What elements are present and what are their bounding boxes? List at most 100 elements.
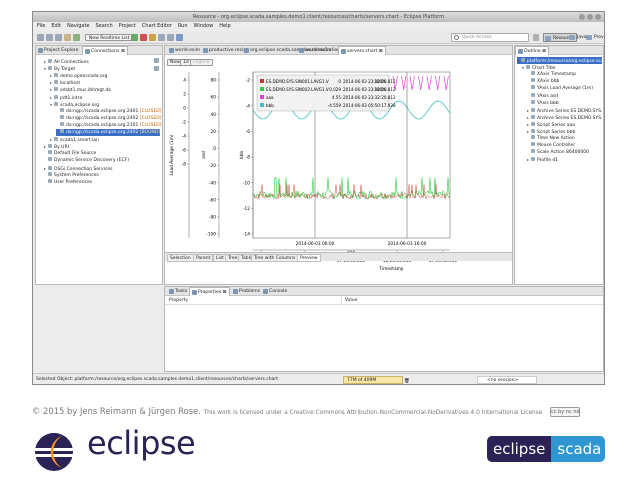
file-icon [299,48,304,53]
outline-tree-item[interactable]: ▸ Script Series aaa [527,121,602,128]
legend-name: bbb [266,103,274,108]
outline-tree-item[interactable]: XAxis bbb [527,78,602,85]
connection-tree-item[interactable]: ▸ odsbt1.muc.ibhmgt.de [50,86,160,93]
bottom-tab[interactable]: Problems [231,287,262,296]
outline-tree-item[interactable]: Scale Action 86400000 [527,149,602,156]
minimize-icon[interactable] [579,14,585,20]
menu-project[interactable]: Project [119,22,136,31]
menu-help[interactable]: Help [219,22,230,31]
outline-tree-item[interactable]: ▸ Archive Series ES.DEMO.SYS. [527,107,602,114]
x-axis-label: Timestamp [379,266,404,272]
connection-label: System Preferences [54,172,99,178]
save-all-icon[interactable] [55,34,62,41]
axis-load-tick-label: 0 [183,106,186,112]
editor-page-tab[interactable]: Tree with Columns [251,254,299,262]
gc-icon[interactable]: 🗑 [404,376,410,384]
menu-edit[interactable]: Edit [51,22,61,31]
menu-search[interactable]: Search [96,22,113,31]
axis-asd-tick-label: -40 [209,180,216,186]
outline-tree-item[interactable]: ▸ Archive Series ES.DEMO.SYS. [527,114,602,121]
connection-tree-item[interactable]: ▾ scada.eclipse.org [50,101,160,108]
maximize-icon[interactable] [587,14,593,20]
outline-tree-item[interactable]: ▾platform:/resource/org.eclipse.scada.sa… [517,57,602,64]
editor-page-tabs: Selection Parent List Tree Table Tree with Co… [165,252,512,262]
menu-file[interactable]: File [37,22,45,31]
axis-asd-tick-label: 40 [211,112,217,118]
debug-icon[interactable] [140,34,147,41]
axis-load-tick-label: -6 [182,148,187,154]
tab-connections[interactable]: Connections ⊠ [82,46,128,55]
outline-tree-item[interactable]: ▸ Script Series bbb [527,128,602,135]
menu-window[interactable]: Window [194,22,214,31]
editor-page-tab[interactable]: Preview [297,254,321,262]
menu-bar: File Edit Navigate Search Project Chart Edito… [33,22,604,31]
connection-label: da:ngp://scada.eclipse.org:2402 [66,130,139,135]
connection-node-icon [48,178,52,183]
new-realtime-list-button[interactable]: New Realtime List [85,34,134,41]
outline-tree-item[interactable]: ▾ Chart Title [522,64,602,71]
perspective-icon [545,36,551,41]
connection-tree-item[interactable]: ▸ pdt1.intra [50,94,160,101]
outline-tree-item[interactable]: Mouse Controller [527,142,602,149]
close-icon[interactable] [595,14,601,20]
connection-tree-item[interactable]: Dynamic Service Discovery (ECF) [44,157,160,164]
connection-tree-item[interactable]: da:ngp://scada.eclipse.org:2401 [CLOSED] [56,107,162,115]
build-icon[interactable] [73,34,80,41]
editor-tab[interactable]: servers.chart ⊠ [338,46,386,55]
connection-tree-item[interactable]: da:ngp://scada.eclipse.org:2402 [BOUND] [56,129,160,136]
editor-tab[interactable]: world.escm [297,46,333,55]
chart-canvas[interactable]: Title420-2-4-6-8Load Average (1m)8060402… [165,68,513,280]
quick-access-input[interactable]: Quick Access [451,33,529,42]
outline-tree-item[interactable]: XAxis Timestamp [527,71,602,78]
navigate-back-icon[interactable] [158,34,165,41]
outline-tree-item[interactable]: YAxis bbb [527,99,602,107]
connection-tree-item[interactable]: ▸ OSGi Connection Services [44,165,160,172]
connection-tree-item[interactable]: ▸ demo.openscada.org [50,72,160,79]
run-icon[interactable] [131,34,138,41]
connection-tree-item[interactable]: da:ngp://scada.eclipse.org:2101 [CLOSED] [56,121,162,129]
bottom-tab[interactable]: Properties ⊠ [189,287,230,296]
session-status[interactable]: <no session> [477,376,537,384]
editor-page-tab[interactable]: Parent [193,254,214,262]
search-icon[interactable] [149,34,156,41]
connection-tree-item[interactable]: Default File Source [44,150,160,157]
editor-tab[interactable]: world.esim [167,46,202,55]
heap-status[interactable]: 77M of 409M [343,376,403,384]
legend-quality: 100% [374,87,386,92]
print-icon[interactable] [64,34,71,41]
connection-tree-item[interactable]: ▸ localhost [50,79,160,86]
connection-status: [CLOSED] [139,115,162,121]
outline-node-icon [531,142,535,147]
connection-tree-item[interactable]: ▸ All Connections [44,58,160,65]
editor-page-tab[interactable]: Selection [167,254,194,262]
outline-tree-item[interactable]: YAxis Load Average (1m) [527,85,602,92]
save-icon[interactable] [46,34,53,41]
connection-tree-item[interactable]: User Preferences [44,178,160,186]
external-tools-icon[interactable] [176,34,183,41]
outline-tree-item[interactable]: YAxis asd [527,92,602,100]
tab-outline[interactable]: Outline ⊠ [515,46,549,55]
perspective-provisioning[interactable]: Provisioning [585,33,604,42]
outline-tree-item[interactable]: Time Now Action [527,135,602,142]
axis-asd-label: asd [201,151,207,159]
outline-node-icon [531,99,535,104]
menu-chart-editor[interactable]: Chart Editor [142,22,172,31]
bottom-tab[interactable]: Console [261,287,289,296]
connection-tree-item[interactable]: System Preferences [44,171,160,179]
connection-tree-item[interactable]: ▸ By URI [44,143,160,150]
bottom-tab[interactable]: Tasks [167,287,189,296]
connection-tree-item[interactable]: ▾ By Target [44,65,160,72]
new-icon[interactable] [37,34,44,41]
legend-button[interactable]: Legend [190,59,213,66]
tab-project-explorer[interactable]: Project Explore [36,46,80,55]
menu-run[interactable]: Run [178,22,188,31]
menu-navigate[interactable]: Navigate [67,22,89,31]
connection-node-icon [54,137,58,142]
outline-node-icon [521,58,525,62]
cc-license-badge[interactable]: cc by nc nd [550,406,580,417]
navigate-forward-icon[interactable] [167,34,174,41]
outline-tree-item[interactable]: ▸ Profile d1 [527,156,602,163]
connection-tree-item[interactable]: da:ngp://scada.eclipse.org:2402 [CLOSED] [56,114,162,122]
connection-tree-item[interactable]: ▸ scada1.smart.lan [50,136,160,143]
open-perspective-icon[interactable] [533,34,539,41]
